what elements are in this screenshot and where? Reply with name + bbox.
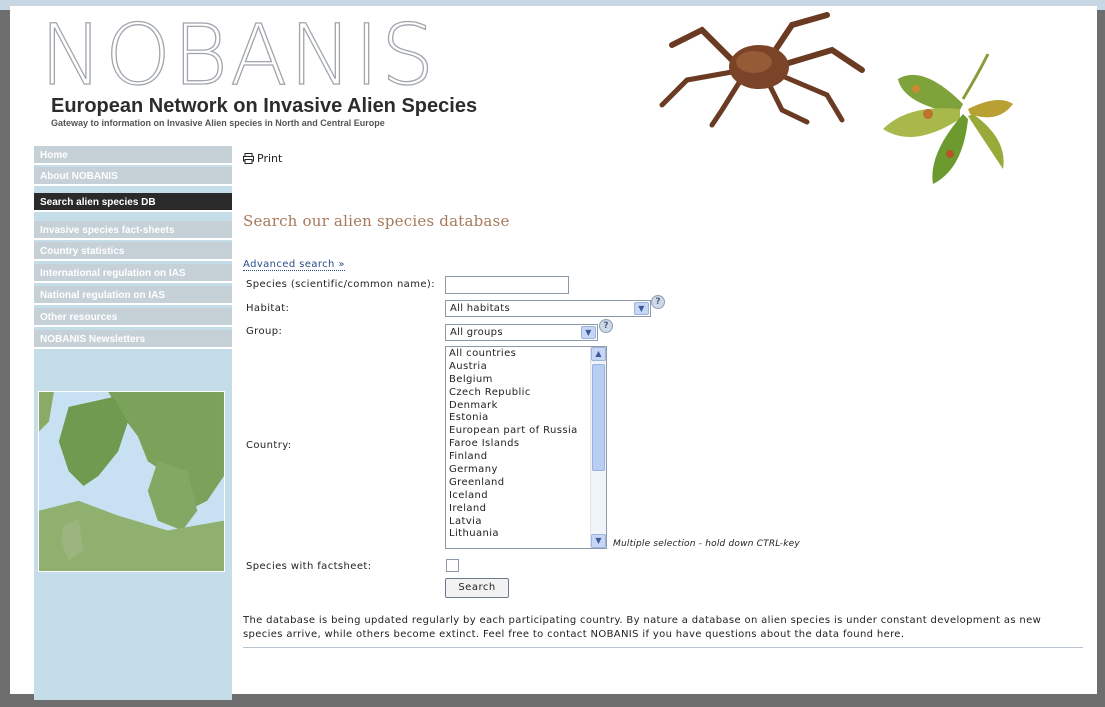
print-label: Print — [257, 152, 283, 165]
group-select[interactable]: All groups ▼ — [445, 324, 598, 341]
print-link[interactable]: Print — [243, 152, 282, 165]
network-title: European Network on Invasive Alien Speci… — [51, 95, 478, 117]
chestnut-leaf-image — [883, 53, 1013, 184]
group-selected-value: All groups — [450, 327, 503, 338]
country-option[interactable]: Iceland — [446, 489, 606, 502]
scroll-down-icon[interactable]: ▼ — [591, 534, 606, 548]
country-option[interactable]: Germany — [446, 463, 606, 476]
page-container: NOBANIS European Network on Invasive Ali… — [10, 6, 1097, 700]
country-option[interactable]: All countries — [446, 347, 606, 360]
advanced-search-link[interactable]: Advanced search » — [243, 259, 345, 271]
nav-item-home[interactable]: Home — [34, 146, 232, 165]
page-title: Search our alien species database — [243, 212, 510, 230]
country-option[interactable]: Greenland — [446, 476, 606, 489]
country-option[interactable]: Czech Republic — [446, 386, 606, 399]
search-button[interactable]: Search — [445, 578, 509, 598]
species-label: Species (scientific/common name): — [246, 279, 435, 290]
country-option[interactable]: Lithuania — [446, 527, 606, 540]
nav-item-international-regulation[interactable]: International regulation on IAS — [34, 264, 232, 283]
country-option[interactable]: Belgium — [446, 373, 606, 386]
nav-item-country-statistics[interactable]: Country statistics — [34, 242, 232, 261]
country-option[interactable]: Faroe Islands — [446, 437, 606, 450]
chevron-down-icon[interactable]: ▼ — [634, 302, 649, 315]
scroll-thumb[interactable] — [592, 364, 605, 471]
country-option[interactable]: Finland — [446, 450, 606, 463]
nav-item-search-alien-species-db[interactable]: Search alien species DB — [34, 193, 232, 212]
database-notice: The database is being updated regularly … — [243, 615, 1042, 640]
crab-image — [659, 12, 865, 128]
nav-item-national-regulation[interactable]: National regulation on IAS — [34, 286, 232, 305]
country-option[interactable]: Denmark — [446, 399, 606, 412]
nav-item-nobanis-newsletters[interactable]: NOBANIS Newsletters — [34, 330, 232, 349]
country-option[interactable]: Latvia — [446, 515, 606, 528]
scroll-up-icon[interactable]: ▲ — [591, 347, 606, 361]
europe-map-image[interactable] — [38, 391, 225, 572]
footer-divider — [243, 647, 1083, 648]
nav-item-about-nobanis[interactable]: About NOBANIS — [34, 167, 232, 186]
habitat-help-icon[interactable]: ? — [651, 295, 665, 309]
factsheet-checkbox[interactable] — [446, 559, 459, 572]
country-label: Country: — [246, 440, 292, 451]
habitat-selected-value: All habitats — [450, 303, 510, 314]
country-listbox[interactable]: All countries Austria Belgium Czech Repu… — [445, 346, 607, 549]
nav-item-invasive-species-fact-sheets[interactable]: Invasive species fact-sheets — [34, 221, 232, 240]
habitat-select[interactable]: All habitats ▼ — [445, 300, 651, 317]
factsheet-label: Species with factsheet: — [246, 561, 372, 572]
chevron-down-icon[interactable]: ▼ — [581, 326, 596, 339]
species-input[interactable] — [445, 276, 569, 294]
country-option[interactable]: Austria — [446, 360, 606, 373]
country-scrollbar[interactable]: ▲ ▼ — [590, 347, 606, 548]
site-header: NOBANIS European Network on Invasive Ali… — [10, 6, 1097, 184]
habitat-label: Habitat: — [246, 303, 290, 314]
country-option[interactable]: Estonia — [446, 411, 606, 424]
group-label: Group: — [246, 326, 283, 337]
group-help-icon[interactable]: ? — [599, 319, 613, 333]
gateway-subtitle: Gateway to information on Invasive Alien… — [51, 118, 385, 128]
printer-icon — [243, 153, 254, 164]
nobanis-logo[interactable]: NOBANIS — [39, 9, 436, 100]
nav-item-other-resources[interactable]: Other resources — [34, 308, 232, 327]
multi-select-hint: Multiple selection - hold down CTRL-key — [613, 539, 800, 549]
country-option[interactable]: Ireland — [446, 502, 606, 515]
country-option[interactable]: European part of Russia — [446, 424, 606, 437]
